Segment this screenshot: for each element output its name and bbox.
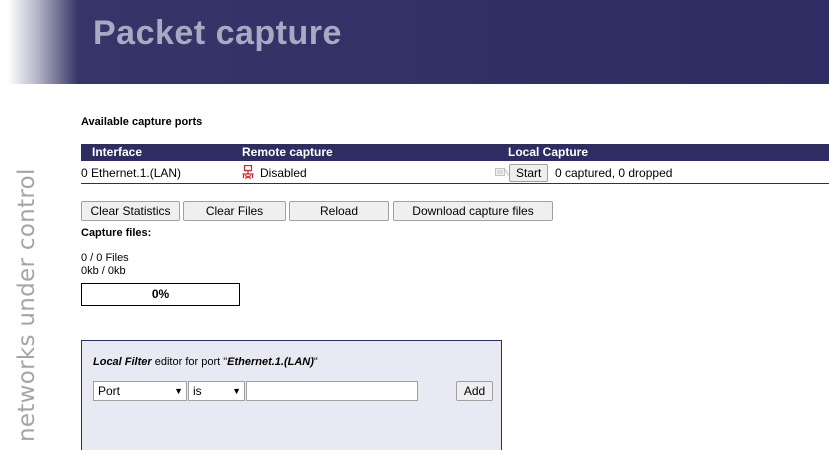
files-count: 0 / 0 Files xyxy=(81,252,129,264)
add-filter-button[interactable]: Add xyxy=(456,381,493,401)
capture-ports-heading: Available capture ports xyxy=(81,116,203,128)
reload-button[interactable]: Reload xyxy=(289,201,389,221)
filter-editor-title: Local Filter editor for port "Ethernet.1… xyxy=(93,356,318,368)
filter-title-end: " xyxy=(313,356,318,368)
filter-field-select[interactable]: Port ▼ xyxy=(93,381,187,401)
header-banner: Packet capture xyxy=(8,0,829,84)
brand-tagline: networks under control xyxy=(14,168,40,442)
files-size: 0kb / 0kb xyxy=(81,265,126,277)
dropdown-arrow-icon: ▼ xyxy=(232,386,241,396)
filter-field-value: Port xyxy=(98,384,121,398)
progress-label: 0% xyxy=(151,287,170,301)
download-capture-files-button[interactable]: Download capture files xyxy=(393,201,553,221)
filter-value-input[interactable] xyxy=(246,381,418,401)
page-title: Packet capture xyxy=(93,14,342,52)
start-capture-button[interactable]: Start xyxy=(509,164,549,182)
column-header-local-capture: Local Capture xyxy=(508,145,589,159)
column-header-interface: Interface xyxy=(92,145,143,159)
filter-title-middle: editor for port " xyxy=(151,356,228,368)
capture-status-icon xyxy=(495,168,509,176)
clear-statistics-button[interactable]: Clear Statistics xyxy=(81,201,180,221)
capture-counters: 0 captured, 0 dropped xyxy=(555,166,673,180)
dropdown-arrow-icon: ▼ xyxy=(174,386,183,396)
capture-progress-bar: 0% xyxy=(81,283,240,306)
filter-title-port: Ethernet.1.(LAN) xyxy=(227,356,314,368)
network-disabled-icon xyxy=(242,165,254,179)
interface-cell: 0 Ethernet.1.(LAN) xyxy=(81,166,182,180)
filter-title-italic: Local Filter xyxy=(93,356,152,368)
clear-files-button[interactable]: Clear Files xyxy=(183,201,286,221)
filter-operator-select[interactable]: is ▼ xyxy=(188,381,245,401)
column-header-remote-capture: Remote capture xyxy=(242,145,333,159)
ports-table-header: Interface Remote capture Local Capture xyxy=(81,144,829,161)
local-filter-editor: Local Filter editor for port "Ethernet.1… xyxy=(81,340,502,450)
ports-table-row: 0 Ethernet.1.(LAN) Disabled Start 0 capt… xyxy=(81,162,829,184)
capture-files-heading: Capture files: xyxy=(81,227,152,239)
filter-operator-value: is xyxy=(193,384,202,398)
remote-capture-status: Disabled xyxy=(260,166,307,180)
